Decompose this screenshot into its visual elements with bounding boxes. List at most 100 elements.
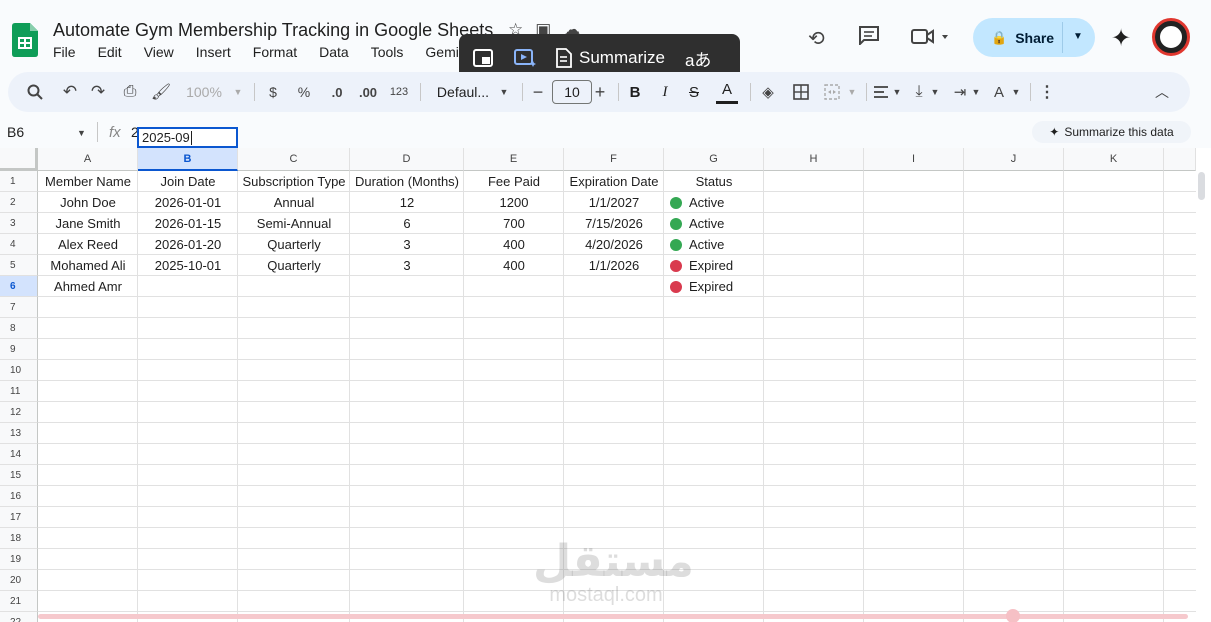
halign-caret-icon[interactable]: ▼ — [891, 72, 903, 112]
status-cell[interactable]: Active — [664, 213, 764, 234]
row-header-22[interactable]: 22 — [0, 612, 38, 622]
column-header-partial[interactable] — [1164, 148, 1196, 171]
menu-insert[interactable]: Insert — [196, 44, 238, 60]
row-header-6[interactable]: 6 — [0, 276, 38, 297]
share-button[interactable]: 🔒 Share ▼ — [973, 18, 1095, 57]
row-header-20[interactable]: 20 — [0, 570, 38, 591]
fee-cell[interactable]: 400 — [464, 255, 564, 276]
status-cell[interactable]: Active — [664, 234, 764, 255]
column-header-h[interactable]: H — [764, 148, 864, 171]
column-header-i[interactable]: I — [864, 148, 964, 171]
duration-cell[interactable]: 6 — [350, 213, 464, 234]
rotation-caret-icon[interactable]: ▼ — [1010, 72, 1022, 112]
comments-icon[interactable] — [858, 25, 880, 45]
menu-data[interactable]: Data — [319, 44, 356, 60]
gemini-sparkle-icon[interactable]: ✦ — [1111, 24, 1131, 53]
name-cell[interactable]: John Doe — [38, 192, 138, 213]
name-cell[interactable]: Mohamed Ali — [38, 255, 138, 276]
column-header-e[interactable]: E — [464, 148, 564, 171]
strikethrough-icon[interactable]: S — [686, 72, 702, 112]
vertical-scroll-thumb[interactable] — [1198, 172, 1205, 200]
vertical-align-icon[interactable]: ⤓ — [910, 72, 928, 112]
sheets-logo-icon[interactable] — [12, 23, 38, 57]
text-color-icon[interactable]: A — [716, 78, 738, 104]
fill-color-icon[interactable]: ◈ — [758, 72, 778, 112]
paint-format-icon[interactable]: 🖌 — [150, 72, 172, 112]
column-header-d[interactable]: D — [350, 148, 464, 171]
row-header-2[interactable]: 2 — [0, 192, 38, 213]
merge-caret-icon[interactable]: ▼ — [846, 72, 858, 112]
more-options-icon[interactable]: ⋮ — [1038, 72, 1056, 112]
fee-cell[interactable]: 1200 — [464, 192, 564, 213]
column-header-k[interactable]: K — [1064, 148, 1164, 171]
text-rotation-icon[interactable]: A — [990, 72, 1008, 112]
text-wrapping-icon[interactable]: ⇥ — [951, 72, 969, 112]
menu-edit[interactable]: Edit — [98, 44, 129, 60]
join-cell[interactable]: 2026-01-01 — [138, 192, 238, 213]
row-header-12[interactable]: 12 — [0, 402, 38, 423]
row-header-7[interactable]: 7 — [0, 297, 38, 318]
active-cell-editor[interactable]: 2025-09 — [137, 127, 238, 148]
print-icon[interactable]: ⎙ — [119, 72, 141, 112]
row-header-21[interactable]: 21 — [0, 591, 38, 612]
status-cell[interactable]: Active — [664, 192, 764, 213]
version-history-icon[interactable]: ⟲ — [808, 26, 825, 51]
row-header-4[interactable]: 4 — [0, 234, 38, 255]
type-cell[interactable]: Annual — [238, 192, 350, 213]
name-cell[interactable]: Ahmed Amr — [38, 276, 138, 297]
join-cell[interactable]: 2025-10-01 — [138, 255, 238, 276]
menu-tools[interactable]: Tools — [371, 44, 411, 60]
header-cell[interactable]: Expiration Date — [564, 171, 664, 192]
menu-format[interactable]: Format — [253, 44, 304, 60]
collapse-toolbar-icon[interactable]: ︿ — [1153, 72, 1171, 112]
row-header-5[interactable]: 5 — [0, 255, 38, 276]
search-menus-icon[interactable] — [24, 72, 46, 112]
fee-cell[interactable]: 400 — [464, 234, 564, 255]
picture-in-picture-icon[interactable] — [471, 46, 495, 70]
row-header-1[interactable]: 1 — [0, 171, 38, 192]
join-cell[interactable]: 2026-01-20 — [138, 234, 238, 255]
borders-icon[interactable] — [791, 72, 811, 112]
decrease-decimal-button[interactable]: .0 — [326, 72, 348, 112]
expiry-cell[interactable]: 4/20/2026 — [564, 234, 664, 255]
header-cell[interactable]: Fee Paid — [464, 171, 564, 192]
merge-cells-icon[interactable] — [822, 72, 842, 112]
header-cell[interactable]: Duration (Months) — [350, 171, 464, 192]
vertical-scrollbar[interactable] — [1196, 148, 1211, 622]
video-ai-icon[interactable] — [513, 46, 537, 70]
header-cell[interactable]: Status — [664, 171, 764, 192]
increase-decimal-button[interactable]: .00 — [356, 72, 380, 112]
expiry-cell[interactable]: 7/15/2026 — [564, 213, 664, 234]
status-cell[interactable]: Expired — [664, 255, 764, 276]
duration-cell[interactable]: 3 — [350, 234, 464, 255]
name-box-caret-icon[interactable]: ▼ — [77, 128, 86, 138]
header-cell[interactable]: Subscription Type — [238, 171, 350, 192]
menu-file[interactable]: File — [53, 44, 83, 60]
share-options-caret-icon[interactable]: ▼ — [1073, 31, 1083, 42]
header-cell[interactable]: Member Name — [38, 171, 138, 192]
font-caret-icon[interactable]: ▼ — [498, 72, 510, 112]
type-cell[interactable]: Quarterly — [238, 234, 350, 255]
summarize-this-data-button[interactable]: ✦ Summarize this data — [1032, 121, 1191, 143]
name-box[interactable]: B6 — [7, 124, 24, 140]
horizontal-scroll-thumb[interactable] — [1006, 609, 1020, 622]
header-cell[interactable]: Join Date — [138, 171, 238, 192]
duration-cell[interactable]: 12 — [350, 192, 464, 213]
italic-icon[interactable]: I — [658, 72, 672, 112]
row-header-18[interactable]: 18 — [0, 528, 38, 549]
font-size-input[interactable]: 10 — [552, 80, 592, 104]
valign-caret-icon[interactable]: ▼ — [929, 72, 941, 112]
more-formats-button[interactable]: 123 — [388, 72, 410, 112]
join-cell[interactable]: 2026-01-15 — [138, 213, 238, 234]
translate-icon[interactable]: aあ — [685, 46, 711, 71]
decrease-font-size-icon[interactable]: − — [530, 72, 546, 112]
expiry-cell[interactable]: 1/1/2027 — [564, 192, 664, 213]
font-select[interactable]: Defaul... — [433, 72, 493, 112]
column-header-b[interactable]: B — [138, 148, 238, 171]
type-cell[interactable]: Semi-Annual — [238, 213, 350, 234]
row-header-11[interactable]: 11 — [0, 381, 38, 402]
row-header-16[interactable]: 16 — [0, 486, 38, 507]
meet-video-icon[interactable] — [911, 28, 951, 46]
increase-font-size-icon[interactable]: + — [592, 72, 608, 112]
type-cell[interactable]: Quarterly — [238, 255, 350, 276]
